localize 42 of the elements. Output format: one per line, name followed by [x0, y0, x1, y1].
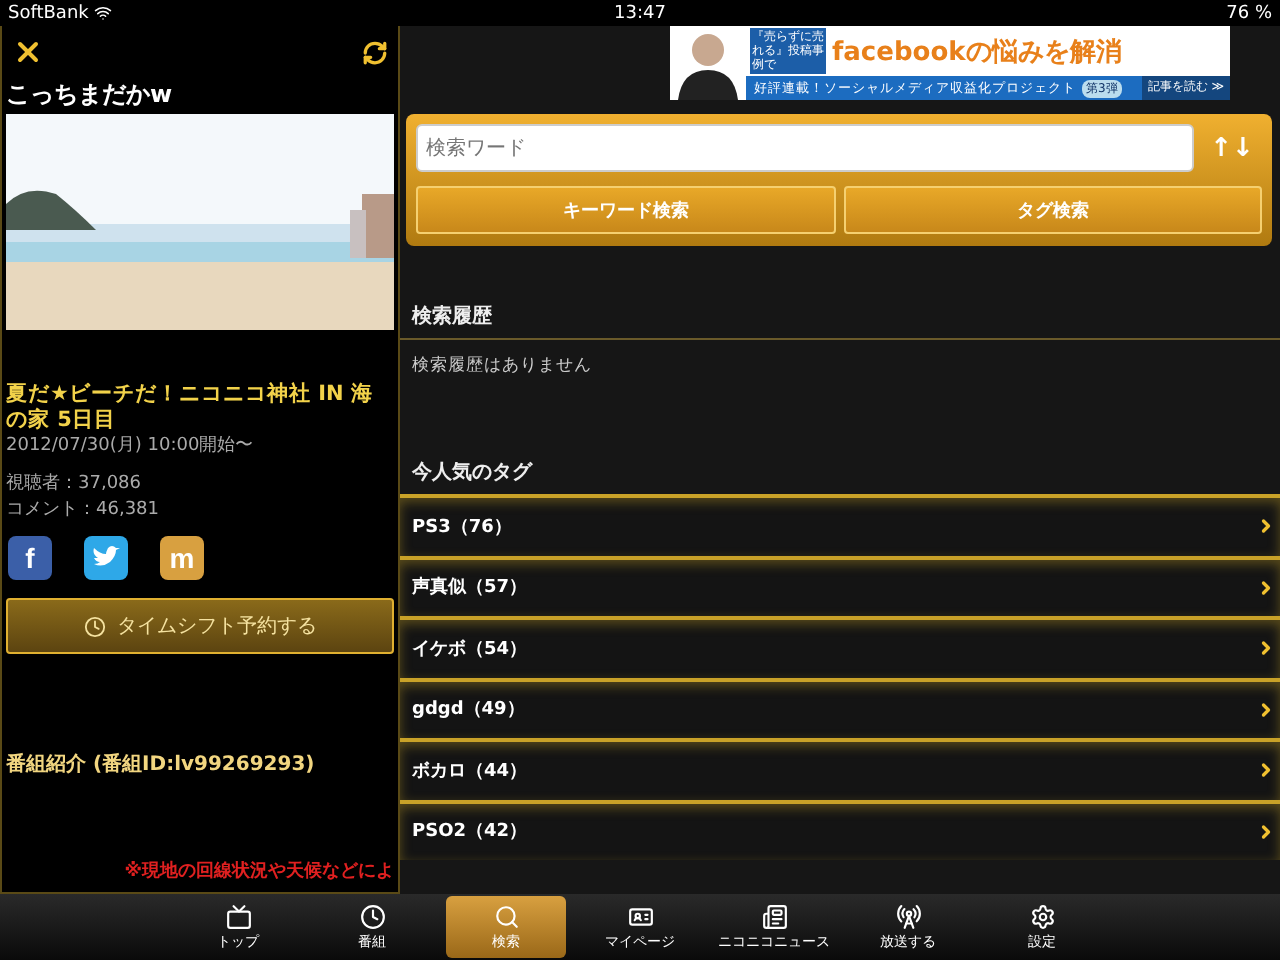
refresh-button[interactable]: [362, 39, 388, 65]
clock-icon: [359, 903, 385, 929]
ad-headline: facebookの悩みを解消: [832, 35, 1122, 69]
share-button[interactable]: f: [8, 536, 52, 580]
notice-text: ※現地の回線状況や天候などによ: [122, 858, 394, 884]
chevron-icon: [1256, 699, 1276, 720]
settings-icon: [1029, 903, 1055, 929]
timeshift-button[interactable]: タイムシフト予約する: [6, 598, 394, 654]
tag-row[interactable]: gdgd（49）: [400, 677, 1280, 738]
tag-row[interactable]: PSO2（42）: [400, 799, 1280, 860]
description-heading: 番組紹介 (番組ID:lv99269293): [6, 751, 317, 778]
section-heading: 検索履歴: [400, 302, 1280, 340]
section-heading: 今人気のタグ: [410, 459, 535, 488]
search-field[interactable]: 検索ワード: [416, 124, 1194, 172]
antenna-icon: [895, 903, 921, 929]
tag-row[interactable]: イケボ（54）: [400, 616, 1280, 677]
empty-message: 検索履歴はありません: [410, 354, 594, 380]
tag-row[interactable]: 声真似（57）: [400, 555, 1280, 616]
chevron-icon: [1256, 760, 1276, 781]
share-button[interactable]: [84, 536, 128, 580]
comment-count: コメント：46,381: [6, 498, 161, 524]
tv-icon: [225, 903, 251, 929]
close-button[interactable]: [12, 36, 44, 68]
viewer-count: 視聴者：37,086: [6, 472, 143, 498]
battery-level: 76 %: [1226, 3, 1272, 23]
tag-row[interactable]: PS3（76）: [400, 494, 1280, 555]
chevron-icon: [1256, 516, 1276, 537]
clock-time: 13:47: [614, 3, 666, 23]
clock-icon: [83, 615, 105, 637]
program-title: 夏だ★ビーチだ！ニコニコ神社 IN 海の家 5日目: [6, 382, 375, 434]
chevron-icon: [1256, 577, 1276, 598]
carrier-name: SoftBank: [8, 3, 615, 23]
document-icon: [761, 903, 787, 929]
bird-icon: [92, 546, 120, 570]
search-icon: [493, 903, 519, 929]
start-date: 2012/07/30(月) 10:00開始〜: [6, 434, 256, 460]
id-card-icon: [627, 903, 653, 929]
channel-title: こっちまだかw: [6, 78, 175, 112]
chevron-icon: [1256, 638, 1276, 659]
wifi-icon: [94, 4, 113, 22]
chevron-icon: [1256, 821, 1276, 842]
tag-row[interactable]: ボカロ（44）: [400, 738, 1280, 799]
